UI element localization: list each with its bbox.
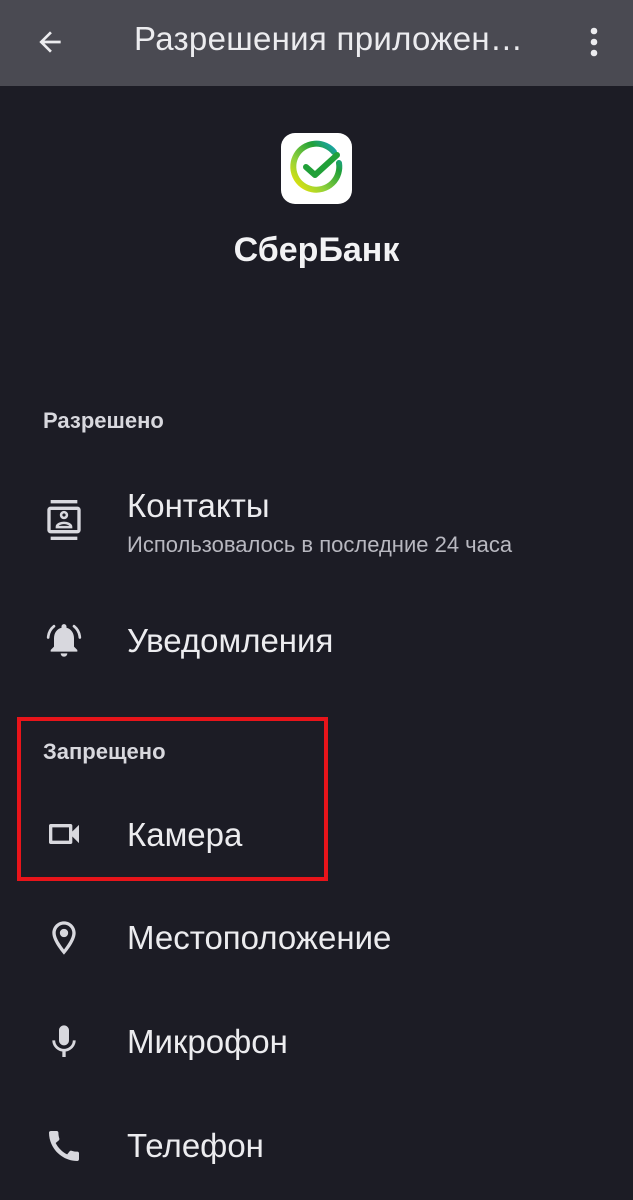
permission-subtitle: Использовалось в последние 24 часа	[127, 532, 513, 557]
permission-label: Телефон	[127, 1127, 264, 1164]
more-vert-icon	[590, 27, 598, 57]
page-title: Разрешения приложен…	[134, 20, 524, 57]
more-options-button[interactable]	[572, 14, 616, 70]
permission-item-contacts[interactable]: Контакты Использовалось в последние 24 ч…	[0, 480, 633, 570]
arrow-back-icon	[39, 31, 61, 53]
permission-label: Контакты	[127, 487, 270, 524]
sberbank-logo-icon	[289, 140, 342, 193]
location-icon	[40, 914, 88, 962]
section-header-allowed: Разрешено	[43, 408, 164, 433]
permission-item-microphone[interactable]: Микрофон	[0, 1000, 633, 1090]
app-name: СберБанк	[233, 231, 400, 269]
permission-item-location[interactable]: Местоположение	[0, 896, 633, 986]
bell-icon	[40, 616, 88, 664]
top-app-bar: Разрешения приложен…	[0, 0, 633, 86]
highlight-annotation-box	[17, 717, 328, 881]
permission-label: Микрофон	[127, 1023, 288, 1060]
permission-label: Уведомления	[127, 622, 334, 659]
permission-item-notifications[interactable]: Уведомления	[0, 600, 633, 684]
permission-item-phone[interactable]: Телефон	[0, 1104, 633, 1194]
contacts-icon	[40, 496, 88, 544]
app-icon	[281, 133, 352, 204]
permission-label: Местоположение	[127, 919, 392, 956]
microphone-icon	[40, 1018, 88, 1066]
phone-icon	[40, 1122, 88, 1170]
back-button[interactable]	[22, 14, 78, 70]
